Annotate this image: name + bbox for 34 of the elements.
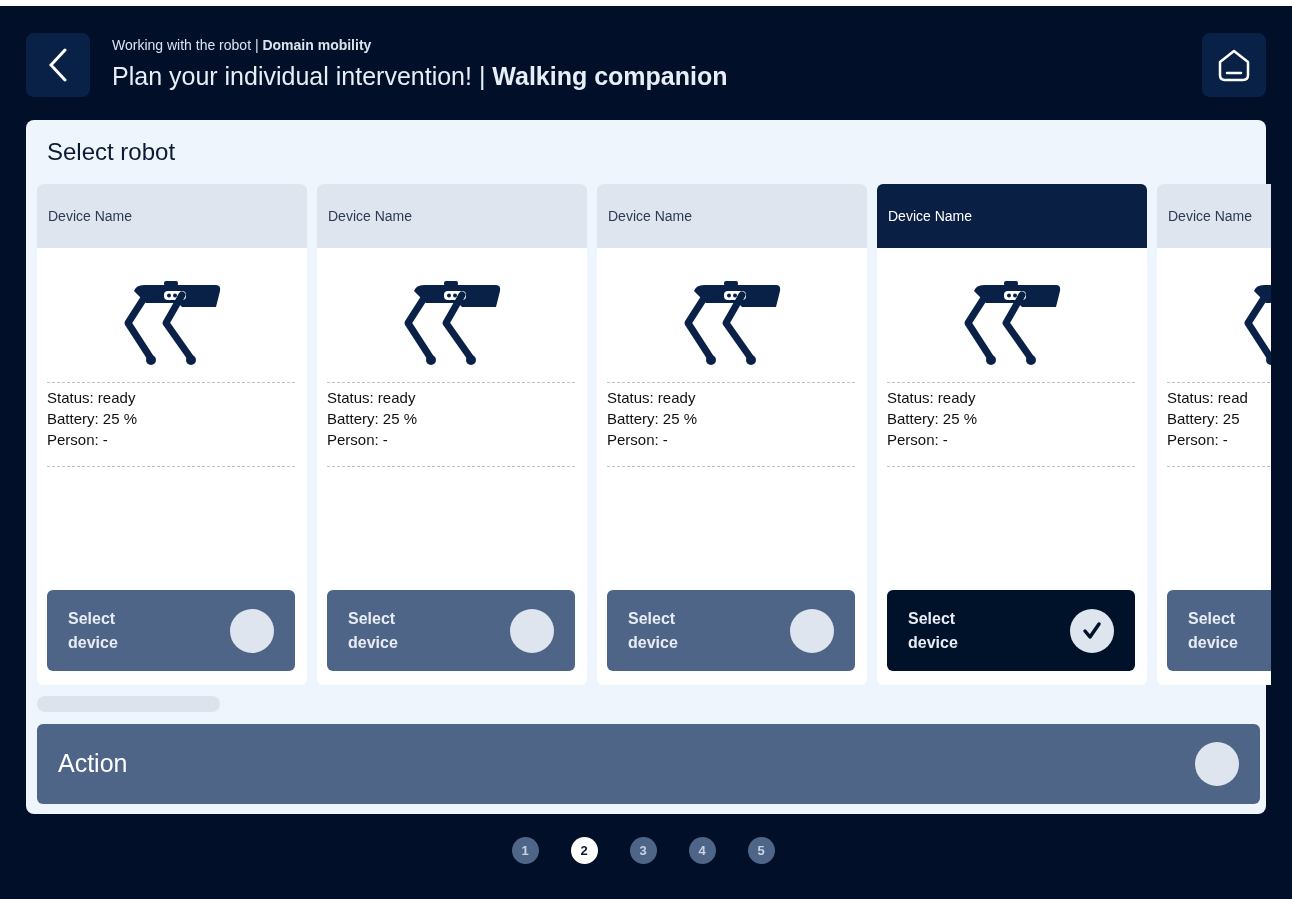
device-info: Battery: 25 % [887, 409, 979, 429]
device-info: Person: - [47, 430, 109, 450]
device-info: Person: - [607, 430, 669, 450]
device-name: Device Name [608, 206, 693, 226]
device-info: Battery: 25 % [607, 409, 699, 429]
action-button[interactable]: Action [37, 724, 1260, 804]
back-icon [49, 48, 67, 82]
device-info: Status: ready [327, 388, 417, 408]
device-name: Device Name [1168, 206, 1253, 226]
device-name: Device Name [48, 206, 133, 226]
home-button[interactable] [1202, 33, 1266, 97]
device-info: Person: - [327, 430, 389, 450]
select-device-button[interactable]: Select device [607, 590, 855, 671]
select-device-button[interactable]: Select device [1167, 590, 1271, 671]
device-name: Device Name [888, 206, 973, 226]
section-title: Select robot [47, 137, 177, 167]
select-device-button[interactable]: Select device [47, 590, 295, 671]
select-device-button[interactable]: Select device [327, 590, 575, 671]
device-info: Person: - [887, 430, 949, 450]
page-title: Plan your individual intervention! | Walking companion [112, 60, 728, 92]
device-info: Status: ready [887, 388, 977, 408]
device-name: Device Name [328, 206, 413, 226]
device-info: Status: read [1167, 388, 1249, 408]
device-info: Battery: 25 % [47, 409, 139, 429]
select-device-button[interactable]: Select device [887, 590, 1135, 671]
home-icon [1216, 47, 1252, 83]
check-icon [1081, 619, 1103, 642]
device-info: Battery: 25 % [327, 409, 419, 429]
device-info: Status: ready [607, 388, 697, 408]
back-button[interactable] [26, 33, 90, 97]
device-info: Battery: 25 [1167, 409, 1241, 429]
device-info: Person: - [1167, 430, 1229, 450]
device-info: Status: ready [47, 388, 137, 408]
breadcrumb: Working with the robot | Domain mobility [112, 35, 373, 55]
